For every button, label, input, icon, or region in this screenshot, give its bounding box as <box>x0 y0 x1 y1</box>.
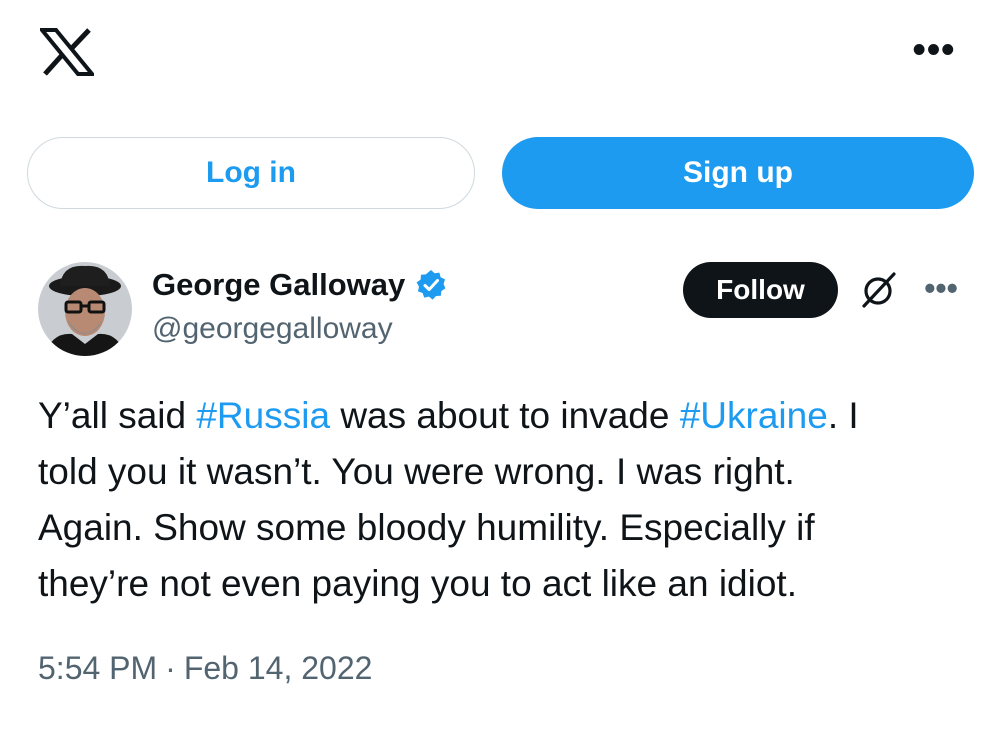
tweet-date: Feb 14, 2022 <box>183 650 373 686</box>
signup-button[interactable]: Sign up <box>502 137 974 209</box>
tweet-text-segment: Y’all said <box>38 395 197 436</box>
grok-icon[interactable] <box>858 270 898 310</box>
tweet-line-3: Again. Show some bloody humility. Especi… <box>38 507 815 548</box>
avatar-image <box>38 262 132 356</box>
separator-dot: · <box>165 650 176 686</box>
tweet-text-segment: . I <box>827 395 859 436</box>
tweet-line-1: Y’all said #Russia was about to invade #… <box>38 388 968 444</box>
author-name-row: George Galloway <box>152 264 447 306</box>
verified-badge-icon <box>416 270 446 300</box>
top-bar: ••• <box>0 0 1000 100</box>
author-handle[interactable]: @georgegalloway <box>152 312 393 346</box>
tweet-text-segment: was about to invade <box>330 395 680 436</box>
tweet-line-2: told you it wasn’t. You were wrong. I wa… <box>38 451 795 492</box>
x-logo-icon[interactable] <box>40 28 94 76</box>
login-button[interactable]: Log in <box>27 137 475 209</box>
more-options-icon[interactable]: ••• <box>910 31 958 69</box>
tweet-timestamp[interactable]: 5:54 PM · Feb 14, 2022 <box>38 650 372 687</box>
tweet-text: Y’all said #Russia was about to invade #… <box>38 388 968 612</box>
avatar[interactable] <box>38 262 132 356</box>
hashtag-link-russia[interactable]: #Russia <box>196 395 330 436</box>
follow-button[interactable]: Follow <box>683 262 838 318</box>
hashtag-link-ukraine[interactable]: #Ukraine <box>680 395 828 436</box>
tweet-time: 5:54 PM <box>38 650 158 686</box>
tweet-more-options-icon[interactable]: ••• <box>918 272 964 304</box>
author-name[interactable]: George Galloway <box>152 267 405 303</box>
tweet-line-4: they’re not even paying you to act like … <box>38 563 797 604</box>
